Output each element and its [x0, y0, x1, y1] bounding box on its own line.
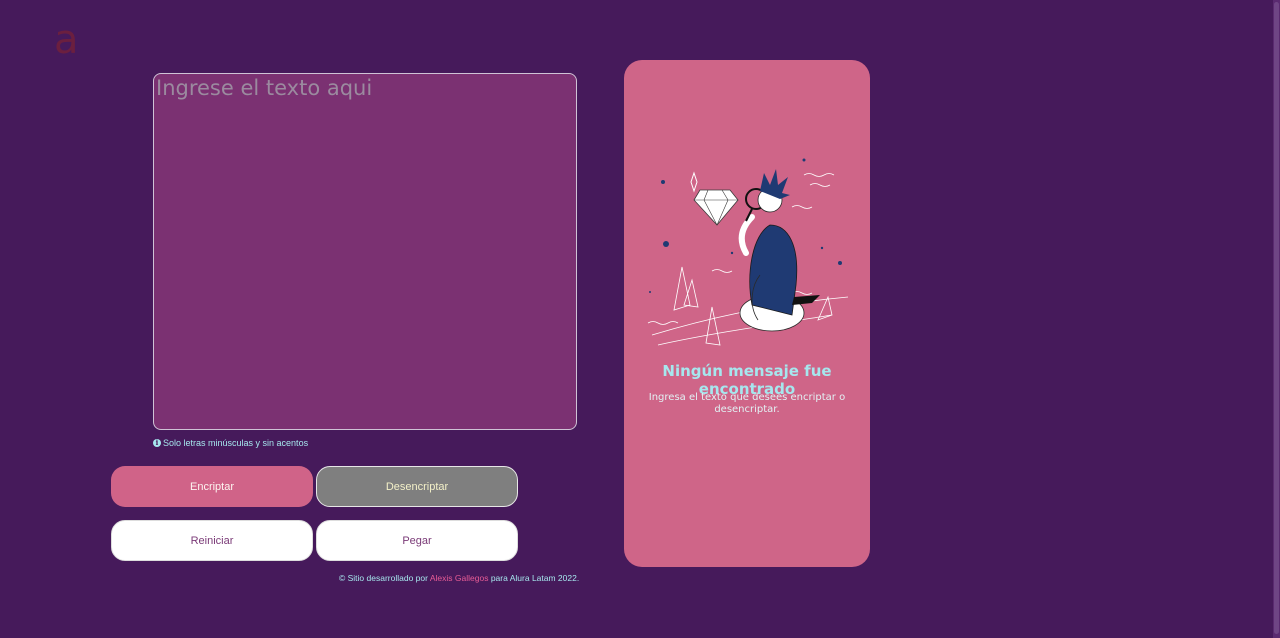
input-hint: i Solo letras minúsculas y sin acentos	[153, 437, 308, 449]
output-panel: Ningún mensaje fue encontrado Ingresa el…	[624, 60, 870, 567]
scrollbar-thumb[interactable]	[1274, 2, 1279, 634]
output-text: Ingresa el texto que desees encriptar o …	[648, 392, 846, 415]
scrollbar[interactable]	[1273, 0, 1280, 638]
footer: © Sitio desarrollado por Alexis Gallegos…	[339, 572, 579, 584]
encrypt-button[interactable]: Encriptar	[111, 466, 313, 507]
page: a i Solo letras minúsculas y sin acentos…	[0, 0, 1280, 638]
input-hint-text: Solo letras minúsculas y sin acentos	[163, 438, 309, 448]
text-input-container	[153, 73, 577, 430]
footer-prefix: © Sitio desarrollado por	[339, 573, 428, 583]
logo[interactable]: a	[54, 20, 80, 60]
paste-button[interactable]: Pegar	[316, 520, 518, 561]
decrypt-button[interactable]: Desencriptar	[316, 466, 518, 507]
reset-button[interactable]: Reiniciar	[111, 520, 313, 561]
text-input[interactable]	[154, 74, 576, 429]
person-magnifying-glass-illustration	[647, 158, 849, 346]
footer-suffix: para Alura Latam 2022.	[490, 573, 580, 583]
author-link[interactable]: Alexis Gallegos	[430, 573, 489, 583]
info-icon: i	[153, 439, 161, 447]
